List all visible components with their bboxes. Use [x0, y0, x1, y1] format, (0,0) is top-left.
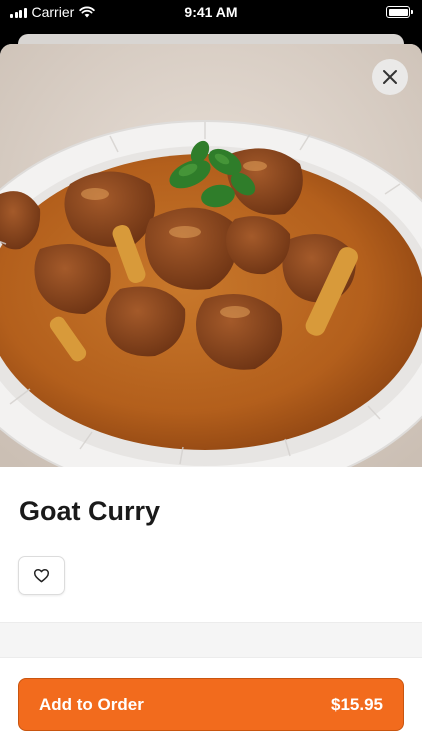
section-divider — [0, 622, 422, 658]
status-time: 9:41 AM — [184, 4, 238, 20]
add-to-order-button[interactable]: Add to Order $15.95 — [18, 678, 404, 731]
close-icon — [383, 70, 397, 84]
heart-icon — [33, 568, 50, 583]
food-image — [0, 44, 422, 467]
status-bar: Carrier 9:41 AM — [0, 0, 422, 26]
item-price: $15.95 — [331, 694, 383, 714]
favorite-button[interactable] — [18, 556, 65, 595]
close-button[interactable] — [372, 59, 408, 95]
item-title: Goat Curry — [19, 496, 161, 526]
item-detail-sheet: Goat Curry Add to Order $15.95 — [0, 44, 422, 750]
add-to-order-label: Add to Order — [39, 694, 144, 714]
battery-icon — [386, 6, 413, 18]
